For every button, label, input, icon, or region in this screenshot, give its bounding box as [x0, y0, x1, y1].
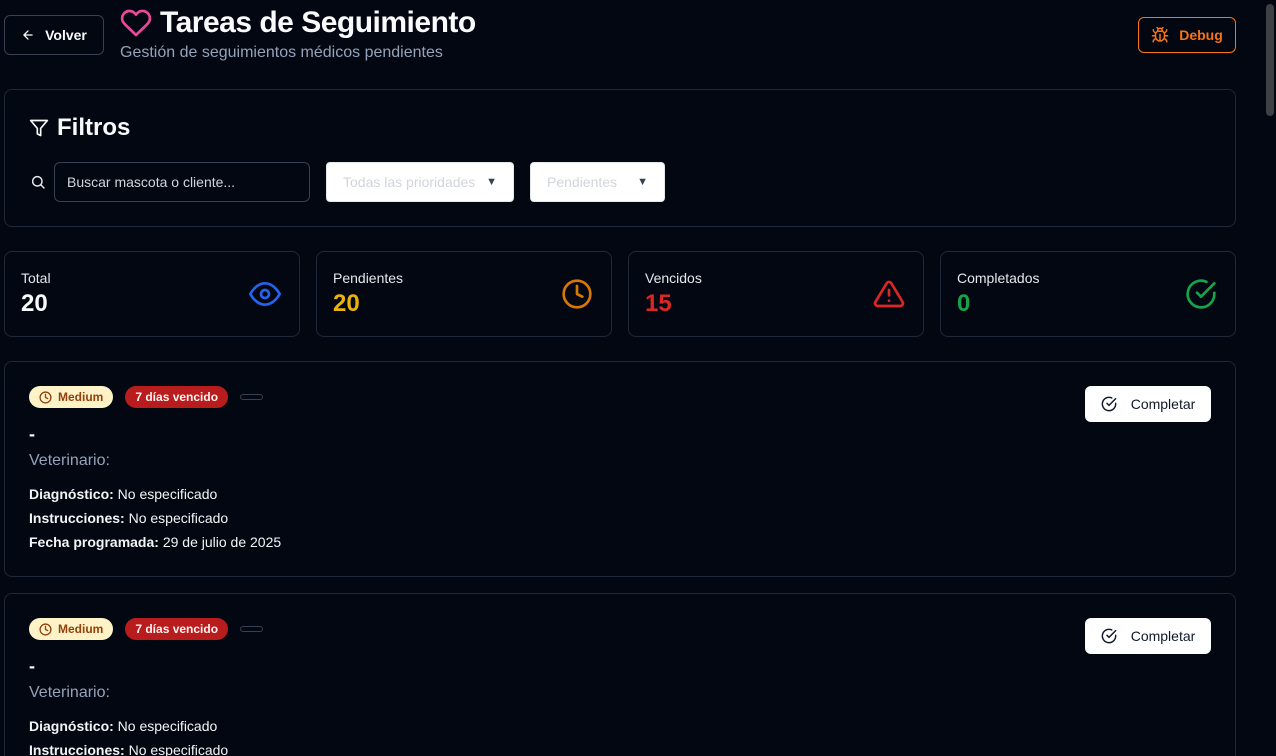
priority-badge-label: Medium — [58, 622, 104, 636]
status-select-value: Pendientes — [547, 174, 618, 190]
priority-badge-label: Medium — [58, 390, 104, 404]
debug-button[interactable]: Debug — [1138, 17, 1236, 53]
diagnosis-label: Diagnóstico: — [29, 486, 114, 502]
overdue-badge: 7 días vencido — [125, 618, 229, 640]
stat-label: Completados — [957, 270, 1040, 286]
scrollbar[interactable] — [1264, 0, 1276, 756]
task-diagnosis: Diagnóstico: No especificado — [29, 486, 217, 502]
check-circle-icon — [1101, 396, 1117, 412]
priority-select-value: Todas las prioridades — [343, 174, 476, 190]
alert-triangle-icon — [873, 280, 905, 308]
search-icon — [31, 175, 45, 189]
stat-label: Vencidos — [645, 270, 702, 286]
page-header: Tareas de Seguimiento Gestión de seguimi… — [120, 6, 476, 62]
back-button[interactable]: Volver — [4, 15, 104, 55]
task-pet-name: - — [29, 656, 35, 676]
stat-value: 0 — [957, 290, 971, 317]
diagnosis-value: No especificado — [117, 486, 218, 502]
back-button-label: Volver — [45, 27, 87, 43]
page-title: Tareas de Seguimiento — [160, 6, 476, 39]
eye-icon — [249, 282, 281, 306]
follow-up-tasks-page: Volver Tareas de Seguimiento Gestión de … — [0, 0, 1276, 756]
clock-icon — [39, 390, 52, 404]
debug-button-label: Debug — [1179, 27, 1223, 43]
instructions-value: No especificado — [128, 742, 229, 756]
search-input[interactable] — [54, 162, 310, 202]
check-circle-icon — [1186, 279, 1216, 309]
filter-icon — [29, 119, 49, 137]
complete-button-label: Completar — [1130, 396, 1196, 412]
bug-icon — [1151, 26, 1169, 43]
instructions-value: No especificado — [128, 510, 229, 526]
task-card: Medium 7 días vencido - Veterinario: Dia… — [4, 361, 1236, 577]
page-subtitle: Gestión de seguimientos médicos pendient… — [120, 44, 443, 61]
check-circle-icon — [1101, 628, 1117, 644]
clock-icon — [39, 622, 52, 636]
chevron-down-icon: ▼ — [637, 176, 648, 188]
stat-value: 20 — [21, 290, 48, 317]
chevron-down-icon: ▼ — [486, 176, 497, 188]
task-card: Medium 7 días vencido - Veterinario: Dia… — [4, 593, 1236, 756]
arrow-left-icon — [23, 30, 33, 40]
clock-icon — [562, 279, 592, 309]
stat-value: 20 — [333, 290, 360, 317]
priority-select[interactable]: Todas las prioridades ▼ — [326, 162, 514, 202]
stat-card-pending: Pendientes 20 — [316, 251, 612, 337]
priority-badge: Medium — [29, 386, 114, 408]
priority-badge: Medium — [29, 618, 114, 640]
heart-icon — [120, 9, 152, 37]
overdue-badge: 7 días vencido — [125, 386, 229, 408]
complete-button[interactable]: Completar — [1085, 386, 1211, 422]
task-instructions: Instrucciones: No especificado — [29, 510, 228, 526]
stat-card-completed: Completados 0 — [940, 251, 1236, 337]
date-label: Fecha programada: — [29, 534, 159, 550]
complete-button-label: Completar — [1130, 628, 1196, 644]
stat-label: Pendientes — [333, 270, 404, 286]
filters-card: Filtros Todas las prioridades ▼ Pendient… — [4, 89, 1236, 227]
stat-card-total: Total 20 — [4, 251, 300, 337]
diagnosis-label: Diagnóstico: — [29, 718, 114, 734]
task-instructions: Instrucciones: No especificado — [29, 742, 228, 756]
filters-title: Filtros — [57, 114, 131, 141]
scrollbar-thumb[interactable] — [1266, 4, 1274, 116]
complete-button[interactable]: Completar — [1085, 618, 1211, 654]
task-pet-name: - — [29, 424, 35, 444]
task-veterinarian: Veterinario: — [29, 684, 110, 701]
stat-card-overdue: Vencidos 15 — [628, 251, 924, 337]
task-diagnosis: Diagnóstico: No especificado — [29, 718, 217, 734]
date-value: 29 de julio de 2025 — [162, 534, 282, 550]
task-veterinarian: Veterinario: — [29, 452, 110, 469]
instructions-label: Instrucciones: — [29, 510, 125, 526]
empty-badge — [240, 394, 264, 400]
stat-value: 15 — [645, 290, 672, 317]
diagnosis-value: No especificado — [117, 718, 218, 734]
status-select[interactable]: Pendientes ▼ — [530, 162, 665, 202]
stat-label: Total — [21, 270, 51, 286]
empty-badge — [240, 626, 264, 632]
instructions-label: Instrucciones: — [29, 742, 125, 756]
task-scheduled-date: Fecha programada: 29 de julio de 2025 — [29, 534, 281, 550]
